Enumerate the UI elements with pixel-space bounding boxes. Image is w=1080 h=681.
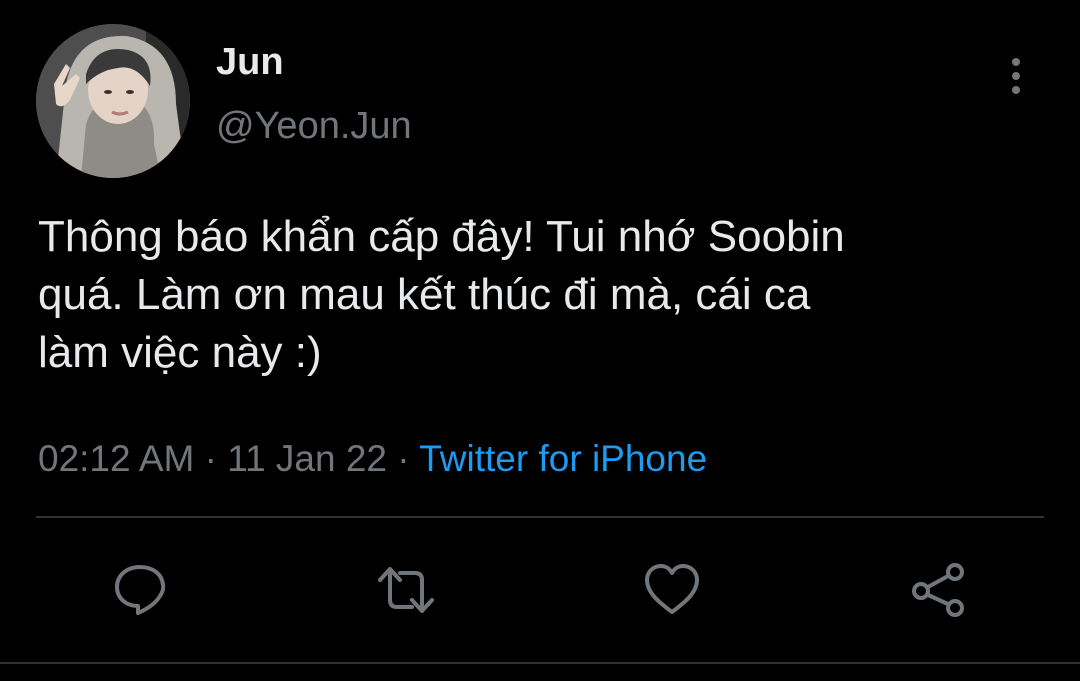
- divider: [36, 516, 1044, 518]
- tweet-time[interactable]: 02:12 AM: [38, 438, 194, 479]
- author-handle[interactable]: @Yeon.Jun: [216, 104, 412, 148]
- share-button[interactable]: [908, 560, 968, 620]
- reply-button[interactable]: [110, 560, 170, 620]
- avatar[interactable]: [36, 24, 190, 178]
- like-button[interactable]: [642, 560, 702, 620]
- divider: [0, 662, 1080, 664]
- retweet-button[interactable]: [376, 560, 436, 620]
- tweet-detail: Jun @Yeon.Jun Thông báo khẩn cấp đây! Tu…: [0, 0, 1080, 681]
- meta-separator: ·: [397, 438, 410, 479]
- more-vertical-icon: [1012, 58, 1020, 94]
- tweet-text: Thông báo khẩn cấp đây! Tui nhớ Soobin q…: [38, 212, 845, 377]
- more-options-button[interactable]: [996, 52, 1036, 100]
- meta-separator: ·: [204, 438, 217, 479]
- tweet-metadata: 02:12 AM · 11 Jan 22 · Twitter for iPhon…: [38, 436, 707, 482]
- tweet-date[interactable]: 11 Jan 22: [227, 438, 387, 479]
- share-icon: [912, 563, 964, 617]
- reply-icon: [115, 565, 166, 615]
- avatar-image: [36, 24, 190, 178]
- retweet-icon: [378, 567, 434, 613]
- action-bar: [0, 560, 1080, 620]
- tweet-source-link[interactable]: Twitter for iPhone: [419, 438, 707, 479]
- author-display-name[interactable]: Jun: [216, 40, 284, 84]
- heart-icon: [645, 564, 699, 614]
